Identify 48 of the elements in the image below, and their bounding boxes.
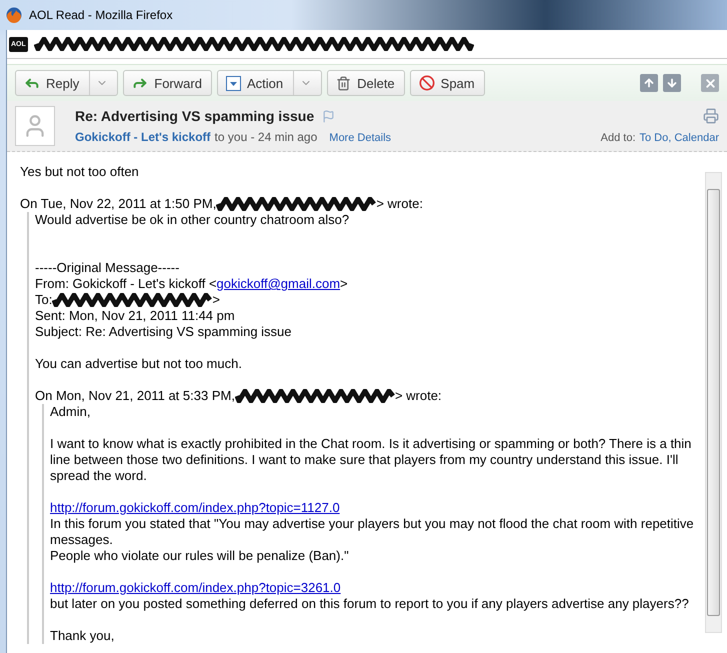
trash-icon [336, 76, 352, 90]
add-to-label: Add to: [600, 132, 636, 144]
message-text: On Mon, Nov 21, 2011 at 5:33 PM, [35, 388, 235, 404]
reply-button[interactable]: Reply [15, 70, 118, 96]
browser-logo-icon [6, 7, 22, 23]
message-text: To: [35, 292, 52, 308]
email-link[interactable]: gokickoff@gmail.com [216, 276, 340, 291]
forum-link[interactable]: http://forum.gokickoff.com/index.php?topic=1127.0 [50, 500, 340, 515]
message-line: -----Original Message----- [35, 260, 180, 276]
prohibited-icon [418, 75, 435, 91]
more-details-link[interactable]: More Details [329, 132, 392, 144]
next-message-button[interactable] [663, 74, 681, 92]
sender-link[interactable]: Gokickoff - Let's kickoff [75, 130, 211, 144]
dropdown-square-icon [226, 76, 241, 90]
forward-button[interactable]: Forward [123, 70, 212, 96]
avatar [15, 106, 55, 146]
message-line: Thank you, [50, 628, 116, 644]
message-line: You can advertise but not too much. [35, 356, 243, 372]
message-line: From: Gokickoff - Let's kickoff <gokickoff@gmail.com> [35, 276, 349, 292]
delete-button[interactable]: Delete [327, 70, 405, 96]
arrow-down-icon [666, 77, 678, 89]
message-line: Would advertise be ok in other country chatroom also? [35, 212, 350, 228]
message-text: > [212, 292, 220, 308]
scrollbar[interactable] [705, 172, 722, 633]
forum-link[interactable]: http://forum.gokickoff.com/index.php?topic=3261.0 [50, 580, 341, 595]
message-line: Admin, [50, 404, 92, 420]
print-icon[interactable] [703, 108, 719, 124]
close-icon [704, 76, 716, 90]
close-button[interactable] [701, 74, 719, 92]
message-line: I want to know what is exactly prohibited in the Chat room. Is it advertising or spamming or both? There is a thin line between those two definitions. I want to make sure that players from my country understand this issue. I'll spread the word. [50, 436, 692, 484]
window-title: AOL Read - Mozilla Firefox [29, 8, 173, 22]
message-line: People who violate our rules will be penalize (Ban)." [50, 548, 350, 564]
message-line: Sent: Mon, Nov 21, 2011 11:44 pm [35, 308, 236, 324]
action-button[interactable]: Action [216, 70, 322, 96]
message-line: Yes but not too often [20, 164, 140, 180]
message-line: In this forum you stated that "You may advertise your players but you may not flood the chat room with repetitive messages. [50, 516, 695, 548]
message-line: but later on you posted something deferred on this forum to report to you if any players advertise any players?? [50, 596, 690, 612]
message-subject: Re: Advertising VS spamming issue [75, 108, 314, 124]
previous-message-button[interactable] [640, 74, 658, 92]
message-text: On Tue, Nov 22, 2011 at 1:50 PM, [20, 196, 216, 212]
add-to-link[interactable]: To Do, Calendar [640, 132, 719, 144]
message-line: Subject: Re: Advertising VS spamming issue [35, 324, 293, 340]
recipient-info: to you - 24 min ago [214, 130, 318, 144]
spam-button[interactable]: Spam [410, 70, 485, 96]
message-text: > wrote: [376, 196, 423, 212]
flag-icon[interactable] [322, 110, 336, 122]
message-text: > wrote: [394, 388, 442, 404]
arrow-up-icon [643, 77, 655, 89]
